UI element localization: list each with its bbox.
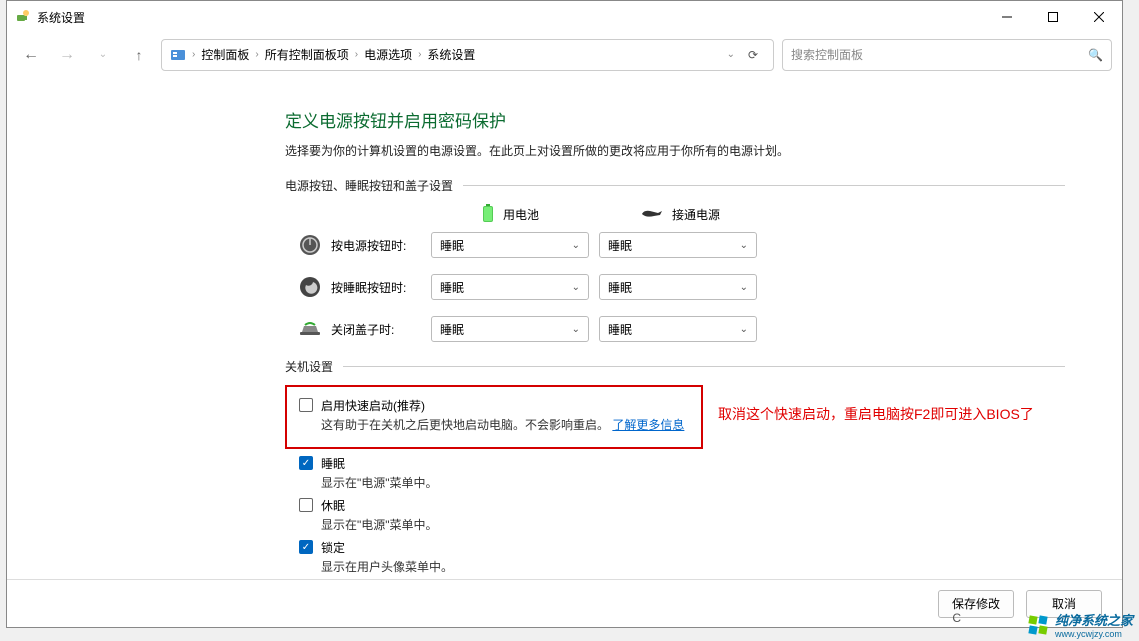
lid-close-row: 关闭盖子时: 睡眠⌄ 睡眠⌄ xyxy=(299,316,1065,342)
page-title: 定义电源按钮并启用密码保护 xyxy=(285,107,1065,132)
lid-battery-select[interactable]: 睡眠⌄ xyxy=(431,316,589,342)
power-icon xyxy=(299,234,321,256)
chevron-down-icon[interactable]: ⌄ xyxy=(727,49,735,60)
maximize-button[interactable] xyxy=(1030,1,1076,33)
watermark: 纯净系统之家 www.ycwjzy.com xyxy=(1027,610,1133,639)
chevron-down-icon: ⌄ xyxy=(572,282,580,293)
window-title: 系统设置 xyxy=(37,9,85,26)
breadcrumb-item[interactable]: 控制面板 xyxy=(201,46,249,63)
chevron-right-icon: › xyxy=(192,49,195,60)
forward-button[interactable]: → xyxy=(53,41,81,69)
chevron-down-icon: ⌄ xyxy=(740,282,748,293)
chevron-down-icon: ⌄ xyxy=(740,324,748,335)
lock-checkbox[interactable]: ✓ xyxy=(299,540,313,554)
recent-chevron[interactable]: ⌄ xyxy=(89,41,117,69)
c-indicator: C xyxy=(952,611,961,625)
breadcrumb-item[interactable]: 所有控制面板项 xyxy=(265,46,349,63)
learn-more-link[interactable]: 了解更多信息 xyxy=(612,418,684,432)
chevron-down-icon: ⌄ xyxy=(572,240,580,251)
titlebar: 系统设置 xyxy=(7,1,1122,33)
chevron-down-icon: ⌄ xyxy=(740,240,748,251)
search-placeholder: 搜索控制面板 xyxy=(791,46,863,63)
hibernate-option[interactable]: 休眠 显示在"电源"菜单中。 xyxy=(299,497,1065,533)
section-shutdown-label: 关机设置 xyxy=(285,358,1065,375)
fast-startup-option[interactable]: 启用快速启动(推荐) 这有助于在关机之后更快地启动电脑。不会影响重启。 了解更多… xyxy=(299,397,689,433)
chevron-down-icon: ⌄ xyxy=(572,324,580,335)
column-headers: 用电池 接通电源 xyxy=(425,204,1065,224)
power-button-ac-select[interactable]: 睡眠⌄ xyxy=(599,232,757,258)
sleep-icon xyxy=(299,276,321,298)
annotation-text: 取消这个快速启动，重启电脑按F2即可进入BIOS了 xyxy=(718,404,1034,424)
chevron-right-icon: › xyxy=(255,49,258,60)
sleep-button-row: 按睡眠按钮时: 睡眠⌄ 睡眠⌄ xyxy=(299,274,1065,300)
toolbar: ← → ⌄ ↑ › 控制面板 › 所有控制面板项 › 电源选项 › 系统设置 ⌄… xyxy=(7,33,1122,77)
breadcrumb-item[interactable]: 电源选项 xyxy=(364,46,412,63)
watermark-logo-icon xyxy=(1027,614,1049,636)
refresh-icon[interactable]: ⟳ xyxy=(741,48,765,62)
power-button-battery-select[interactable]: 睡眠⌄ xyxy=(431,232,589,258)
power-button-row: 按电源按钮时: 睡眠⌄ 睡眠⌄ xyxy=(299,232,1065,258)
section-buttons-label: 电源按钮、睡眠按钮和盖子设置 xyxy=(285,177,1065,194)
lock-option[interactable]: ✓ 锁定 显示在用户头像菜单中。 xyxy=(299,539,1065,575)
control-panel-icon xyxy=(170,47,186,63)
up-button[interactable]: ↑ xyxy=(125,41,153,69)
chevron-right-icon: › xyxy=(418,49,421,60)
address-bar[interactable]: › 控制面板 › 所有控制面板项 › 电源选项 › 系统设置 ⌄ ⟳ xyxy=(161,39,774,71)
chevron-right-icon: › xyxy=(355,49,358,60)
content-area: 定义电源按钮并启用密码保护 选择要为你的计算机设置的电源设置。在此页上对设置所做… xyxy=(7,77,1122,579)
sleep-checkbox[interactable]: ✓ xyxy=(299,456,313,470)
minimize-button[interactable] xyxy=(984,1,1030,33)
breadcrumb-item[interactable]: 系统设置 xyxy=(427,46,475,63)
sleep-button-ac-select[interactable]: 睡眠⌄ xyxy=(599,274,757,300)
sleep-button-battery-select[interactable]: 睡眠⌄ xyxy=(431,274,589,300)
save-button[interactable]: 保存修改 xyxy=(938,590,1014,618)
laptop-icon xyxy=(299,318,321,340)
highlighted-box: 启用快速启动(推荐) 这有助于在关机之后更快地启动电脑。不会影响重启。 了解更多… xyxy=(285,385,703,449)
close-button[interactable] xyxy=(1076,1,1122,33)
sleep-option[interactable]: ✓ 睡眠 显示在"电源"菜单中。 xyxy=(299,455,1065,491)
search-icon: 🔍 xyxy=(1088,48,1103,62)
plug-icon xyxy=(640,207,664,221)
fast-startup-checkbox[interactable] xyxy=(299,398,313,412)
hibernate-checkbox[interactable] xyxy=(299,498,313,512)
lid-ac-select[interactable]: 睡眠⌄ xyxy=(599,316,757,342)
page-description: 选择要为你的计算机设置的电源设置。在此页上对设置所做的更改将应用于你所有的电源计… xyxy=(285,142,1065,159)
window: 系统设置 ← → ⌄ ↑ › 控制面板 › 所有控制面板项 › 电源选项 › 系… xyxy=(6,0,1123,628)
search-input[interactable]: 搜索控制面板 🔍 xyxy=(782,39,1112,71)
back-button[interactable]: ← xyxy=(17,41,45,69)
battery-icon xyxy=(481,204,495,224)
app-icon xyxy=(15,9,31,25)
